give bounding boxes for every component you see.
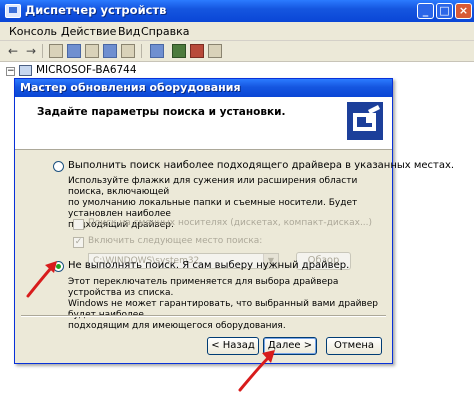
menu-console[interactable]: Консоль bbox=[9, 25, 57, 38]
uninstall-device-icon[interactable] bbox=[190, 44, 204, 58]
forward-arrow-icon[interactable]: → bbox=[24, 44, 38, 58]
menu-help[interactable]: Справка bbox=[141, 25, 189, 38]
annotation-arrow-radio bbox=[26, 261, 57, 298]
window-title-bar[interactable]: Диспетчер устройств _ □ × bbox=[0, 0, 474, 22]
radio-search-locations[interactable] bbox=[53, 161, 64, 172]
menu-view[interactable]: Вид bbox=[118, 25, 140, 38]
description-line: по умолчанию локальные папки и съемные н… bbox=[68, 198, 358, 219]
hardware-update-wizard: Мастер обновления оборудования Задайте п… bbox=[14, 78, 454, 364]
help-icon[interactable] bbox=[103, 44, 117, 58]
wizard-title: Мастер обновления оборудования bbox=[20, 81, 241, 94]
collapse-toggle[interactable]: − bbox=[6, 67, 15, 76]
scan-hardware-icon[interactable] bbox=[121, 44, 135, 58]
option-choose-description: Этот переключатель применяется для выбор… bbox=[68, 277, 392, 332]
wizard-step-title: Задайте параметры поиска и установки. bbox=[37, 106, 286, 118]
hardware-wizard-icon bbox=[347, 102, 383, 140]
annotation-arrow-next bbox=[238, 350, 275, 392]
window-title: Диспетчер устройств bbox=[25, 3, 167, 17]
footer-separator bbox=[21, 315, 386, 317]
checkbox-removable-media-label: Поиск на сменных носителях (дискетах, ко… bbox=[88, 218, 373, 228]
tree-root-computer[interactable]: MICROSOF-BA6744 bbox=[36, 64, 137, 76]
toolbar-separator bbox=[42, 44, 43, 58]
option-choose-driver-label[interactable]: Не выполнять поиск. Я сам выберу нужный … bbox=[68, 260, 349, 271]
show-hide-tree-icon[interactable] bbox=[49, 44, 63, 58]
description-line: подходящим для имеющегося оборудования. bbox=[68, 321, 286, 331]
device-action-icon[interactable] bbox=[208, 44, 222, 58]
disable-device-icon[interactable] bbox=[172, 44, 186, 58]
wizard-title-bar[interactable]: Мастер обновления оборудования bbox=[15, 79, 392, 97]
computer-icon bbox=[19, 65, 32, 76]
toolbar-separator bbox=[141, 44, 142, 58]
menu-bar: Консоль Действие Вид Справка bbox=[0, 22, 474, 41]
close-button[interactable]: × bbox=[455, 3, 472, 19]
checkbox-include-location[interactable]: ✓ bbox=[73, 237, 84, 248]
cancel-button[interactable]: Отмена bbox=[326, 337, 382, 355]
checkbox-removable-media[interactable] bbox=[73, 219, 84, 230]
update-driver-icon[interactable] bbox=[150, 44, 164, 58]
checkbox-include-location-label: Включить следующее место поиска: bbox=[88, 236, 263, 246]
properties-icon[interactable] bbox=[67, 44, 81, 58]
menu-action[interactable]: Действие bbox=[61, 25, 116, 38]
description-line: Используйте флажки для сужения или расши… bbox=[68, 176, 358, 197]
minimize-button[interactable]: _ bbox=[417, 3, 434, 19]
description-line: Windows не может гарантировать, что выбр… bbox=[68, 299, 378, 320]
description-line: Этот переключатель применяется для выбор… bbox=[68, 277, 339, 298]
back-arrow-icon[interactable]: ← bbox=[6, 44, 20, 58]
option-search-locations-label[interactable]: Выполнить поиск наиболее подходящего дра… bbox=[68, 160, 454, 171]
toolbar: ← → bbox=[0, 41, 474, 62]
device-manager-icon bbox=[5, 4, 21, 18]
wizard-header: Задайте параметры поиска и установки. bbox=[15, 97, 392, 150]
print-icon[interactable] bbox=[85, 44, 99, 58]
maximize-button[interactable]: □ bbox=[436, 3, 453, 19]
